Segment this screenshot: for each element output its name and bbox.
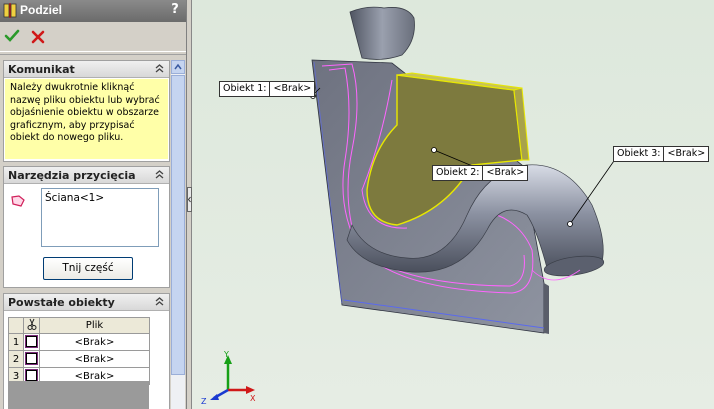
- collapse-chevron-icon[interactable]: [153, 168, 166, 181]
- axis-triad-icon: Y X Z: [201, 350, 256, 406]
- row-number: 2: [8, 350, 24, 368]
- toolbar-divider: [0, 51, 186, 55]
- panel-title: Podziel: [20, 3, 63, 17]
- chevron-left-icon: [187, 196, 191, 203]
- table-row[interactable]: 2 <Brak>: [8, 350, 150, 368]
- narzedzia-header[interactable]: Narzędzia przycięcia: [4, 167, 169, 184]
- narzedzia-group: Narzędzia przycięcia Ściana<1> Tnij częś…: [3, 166, 170, 288]
- ok-check-icon[interactable]: [4, 28, 20, 44]
- x-axis-label: X: [250, 394, 256, 403]
- powstale-group: Powstałe obiekty Plik 1 <Brak> 2 <Brak> …: [3, 293, 170, 409]
- body-callout-2[interactable]: Obiekt 2: <Brak>: [432, 165, 529, 181]
- graphics-area[interactable]: Obiekt 1: <Brak> Obiekt 2: <Brak> Obiekt 3…: [192, 0, 714, 409]
- callout-label: Obiekt 1:: [220, 82, 271, 96]
- face-selection-icon: [11, 195, 25, 207]
- collapse-chevron-icon[interactable]: [153, 62, 166, 75]
- body-callout-3[interactable]: Obiekt 3: <Brak>: [613, 146, 710, 162]
- komunikat-header[interactable]: Komunikat: [4, 61, 169, 78]
- z-axis-label: Z: [201, 397, 207, 406]
- row-number: 1: [8, 333, 24, 351]
- cut-part-button[interactable]: Tnij część: [43, 257, 133, 280]
- part-model[interactable]: [192, 0, 714, 409]
- table-header-row: Plik: [8, 317, 150, 334]
- scissors-column-header: [23, 317, 40, 334]
- chevron-up-icon: [174, 63, 182, 70]
- row-file-cell[interactable]: <Brak>: [39, 350, 150, 368]
- split-feature-icon: [3, 3, 17, 18]
- komunikat-message: Należy dwukrotnie kliknąć nazwę pliku ob…: [5, 79, 168, 159]
- rownum-header: [8, 317, 24, 334]
- powstale-title: Powstałe obiekty: [8, 296, 115, 309]
- body-callout-1[interactable]: Obiekt 1: <Brak>: [219, 81, 316, 97]
- callout-value[interactable]: <Brak>: [664, 147, 708, 160]
- result-bodies-table: Plik 1 <Brak> 2 <Brak> 3 <Brak>: [8, 317, 150, 385]
- komunikat-group: Komunikat Należy dwukrotnie kliknąć nazw…: [3, 60, 170, 162]
- cut-tools-listbox[interactable]: Ściana<1>: [41, 188, 159, 247]
- y-axis-label: Y: [223, 350, 229, 359]
- property-manager-panel: Podziel ? Komunikat Należy dwukrotnie kl…: [0, 0, 187, 409]
- panel-titlebar: Podziel ?: [0, 0, 186, 22]
- collapse-chevron-icon[interactable]: [153, 295, 166, 308]
- komunikat-title: Komunikat: [8, 63, 75, 76]
- callout-value[interactable]: <Brak>: [270, 82, 314, 95]
- cancel-x-icon[interactable]: [30, 29, 46, 45]
- help-button[interactable]: ?: [169, 2, 181, 18]
- row-checkbox[interactable]: [23, 333, 40, 351]
- row-checkbox[interactable]: [23, 350, 40, 368]
- table-empty-area: [8, 381, 149, 409]
- scroll-up-button[interactable]: [171, 60, 185, 74]
- powstale-header[interactable]: Powstałe obiekty: [4, 294, 169, 311]
- narzedzia-title: Narzędzia przycięcia: [8, 169, 136, 182]
- scissors-icon: [27, 318, 36, 330]
- callout-label: Obiekt 2:: [433, 166, 484, 180]
- callout-label: Obiekt 3:: [614, 147, 665, 161]
- table-row[interactable]: 1 <Brak>: [8, 333, 150, 351]
- scroll-thumb[interactable]: [171, 75, 185, 375]
- panel-scrollbar[interactable]: [171, 60, 185, 409]
- plik-column-header: Plik: [39, 317, 150, 334]
- callout-value[interactable]: <Brak>: [483, 166, 527, 179]
- list-item[interactable]: Ściana<1>: [45, 192, 104, 204]
- row-file-cell[interactable]: <Brak>: [39, 333, 150, 351]
